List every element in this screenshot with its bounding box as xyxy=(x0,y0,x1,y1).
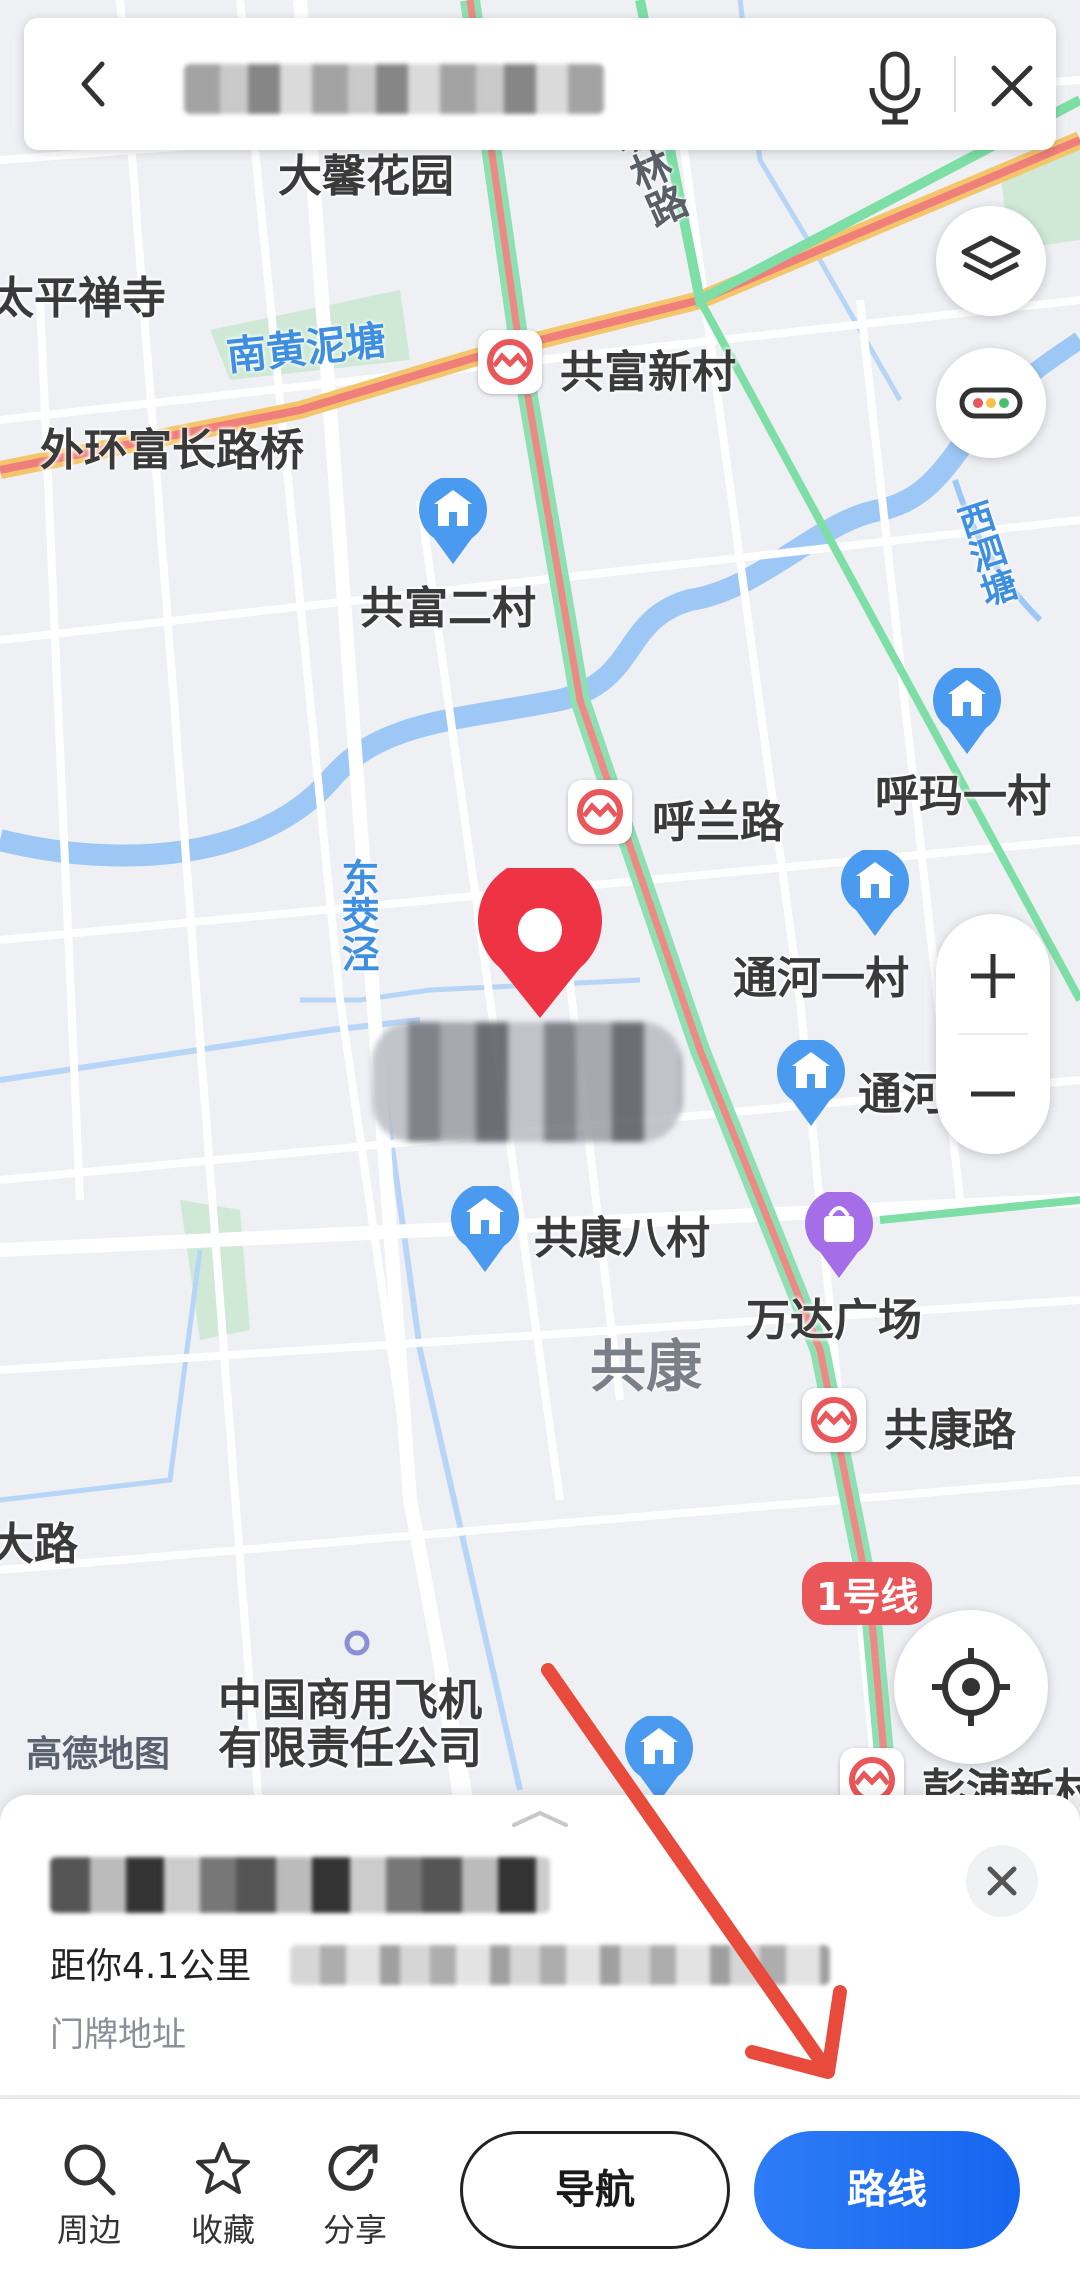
favorite-button[interactable]: 收藏 xyxy=(168,2139,278,2251)
poi-label-gongkang-road[interactable]: 共康路 xyxy=(884,1394,1016,1458)
nearby-label: 周边 xyxy=(56,2211,121,2249)
poi-label-gongfu-xincun[interactable]: 共富新村 xyxy=(560,336,736,400)
close-icon[interactable] xyxy=(984,58,1040,114)
distance-text: 距你4.1公里 xyxy=(50,1946,252,1987)
zoom-out-icon[interactable] xyxy=(963,1064,1023,1124)
area-label-gongkang: 共康 xyxy=(590,1335,702,1400)
amap-logo: 高德地图 xyxy=(26,1734,171,1775)
poi-label-hulan-road[interactable]: 呼兰路 xyxy=(652,786,784,850)
close-icon xyxy=(987,1866,1017,1896)
back-icon[interactable] xyxy=(64,54,124,114)
traffic-icon xyxy=(959,387,1023,419)
residential-poi-icon[interactable] xyxy=(774,1040,848,1128)
share-icon xyxy=(328,2144,378,2191)
residential-poi-icon[interactable] xyxy=(448,1186,522,1274)
search-divider xyxy=(954,56,956,112)
poi-label-taiping-temple[interactable]: 太平禅寺 xyxy=(0,262,166,326)
zoom-in-icon[interactable] xyxy=(963,946,1023,1006)
water-label-dongjiaojing: 东茭泾 xyxy=(335,858,379,972)
metro-station-icon[interactable] xyxy=(478,330,542,394)
residential-poi-icon[interactable] xyxy=(838,850,912,938)
selected-location-pin-icon[interactable] xyxy=(474,868,606,1020)
poi-label-gongfu-ercun[interactable]: 共富二村 xyxy=(360,572,536,636)
poi-label-outer-ring-bridge[interactable]: 外环富长路桥 xyxy=(40,414,304,478)
zoom-control xyxy=(936,914,1050,1154)
map-canvas[interactable]: 大馨花园 太平禅寺 共富新村 外环富长路桥 共富二村 呼兰路 呼玛一村 通河一村… xyxy=(0,0,1080,1820)
metro-station-icon[interactable] xyxy=(568,780,632,844)
search-icon xyxy=(64,2144,116,2196)
poi-label-comac-line2[interactable]: 有限责任公司 xyxy=(218,1712,482,1776)
route-button[interactable]: 路线 xyxy=(754,2131,1020,2249)
zoom-divider xyxy=(958,1033,1028,1035)
layers-button[interactable] xyxy=(936,206,1046,316)
star-icon xyxy=(196,2142,250,2194)
locate-button[interactable] xyxy=(894,1610,1048,1764)
poi-label-huma-yicun[interactable]: 呼玛一村 xyxy=(875,760,1051,824)
residential-poi-icon[interactable] xyxy=(416,478,490,566)
poi-label-wanda-plaza[interactable]: 万达广场 xyxy=(746,1284,922,1348)
residential-poi-icon[interactable] xyxy=(930,668,1004,756)
locate-icon xyxy=(932,1648,1010,1726)
poi-label-tonghe-yicun[interactable]: 通河一村 xyxy=(733,942,909,1006)
traffic-button[interactable] xyxy=(936,348,1046,458)
address-blurred xyxy=(290,1945,830,1985)
card-close-button[interactable] xyxy=(966,1845,1038,1917)
navigate-button[interactable]: 导航 xyxy=(460,2131,730,2249)
favorite-label: 收藏 xyxy=(190,2211,255,2249)
action-bar: 周边 收藏 分享 导航 路线 xyxy=(0,2098,1080,2279)
search-bar[interactable] xyxy=(24,18,1056,150)
place-title-blurred xyxy=(50,1857,550,1913)
share-label: 分享 xyxy=(322,2211,387,2249)
share-button[interactable]: 分享 xyxy=(300,2139,410,2251)
poi-label-tonghe[interactable]: 通河 xyxy=(858,1058,946,1122)
shopping-poi-icon[interactable] xyxy=(802,1192,876,1280)
poi-label-gongkang-bacun[interactable]: 共康八村 xyxy=(534,1202,710,1266)
nearby-button[interactable]: 周边 xyxy=(34,2139,144,2251)
place-info-card[interactable]: 距你4.1公里 门牌地址 xyxy=(0,1795,1080,2095)
house-number-label: 门牌地址 xyxy=(50,2015,186,2055)
layers-icon xyxy=(961,235,1021,281)
poi-label-da-road[interactable]: 大路 xyxy=(0,1508,78,1572)
card-drag-handle-icon[interactable] xyxy=(508,1809,572,1829)
microphone-icon[interactable] xyxy=(860,48,930,128)
selected-place-name-blurred xyxy=(372,1022,682,1142)
metro-station-icon[interactable] xyxy=(802,1388,866,1452)
residential-poi-icon[interactable] xyxy=(622,1716,696,1804)
search-query-blurred[interactable] xyxy=(184,64,604,114)
